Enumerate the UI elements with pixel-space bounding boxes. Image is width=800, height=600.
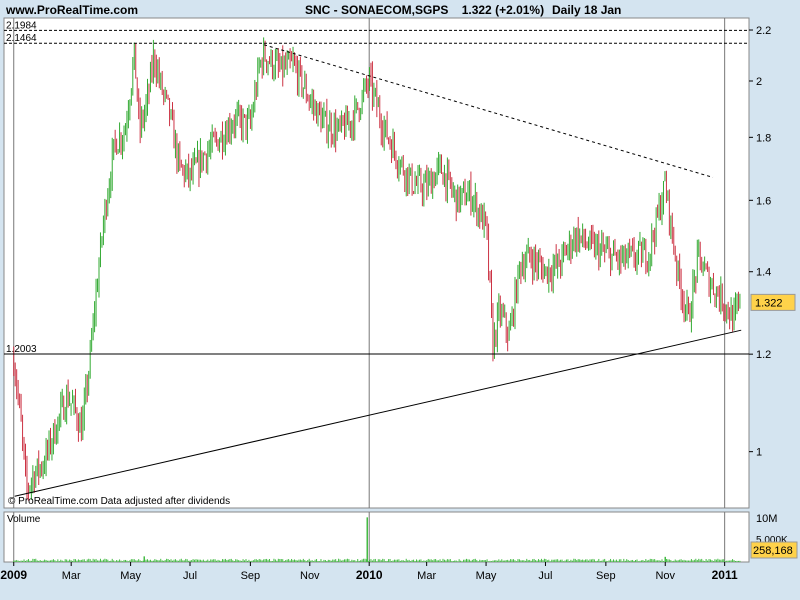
y-tick-label: 1.6	[756, 195, 771, 207]
x-tick-label: 2009	[0, 568, 27, 582]
y-tick-label: 2.2	[756, 25, 771, 37]
y-tick-label: 1.2	[756, 349, 771, 361]
level-label: 2.1464	[6, 33, 37, 44]
y-tick-label: 2	[756, 76, 762, 88]
volume-panel	[3, 511, 750, 563]
x-tick-label: Jul	[183, 570, 197, 582]
x-tick-label: Mar	[417, 570, 436, 582]
price-chart[interactable]: 2009 Mar May Jul Sep Nov 2010 Mar May Jul Sep Nov 20…	[0, 0, 800, 600]
level-label: 1.2003	[6, 344, 37, 355]
x-tick-label: Mar	[62, 570, 81, 582]
level-label: 2.1984	[6, 20, 37, 31]
y-tick-label: 1	[756, 447, 762, 459]
last-volume-label: 258,168	[753, 545, 793, 557]
x-tick-label: Nov	[655, 570, 675, 582]
watermark-text: © ProRealTime.com Data adjusted after di…	[8, 496, 230, 507]
volume-y-tick: 10M	[756, 513, 777, 525]
x-tick-label: Jul	[538, 570, 552, 582]
volume-label: Volume	[7, 514, 41, 525]
x-tick-label: 2011	[712, 568, 738, 582]
y-tick-label: 1.4	[756, 267, 771, 279]
x-tick-label: Sep	[241, 570, 261, 582]
x-tick-label: May	[120, 570, 141, 582]
last-price-label: 1.322	[755, 297, 783, 309]
y-tick-label: 1.8	[756, 132, 771, 144]
x-tick-label: Nov	[300, 570, 320, 582]
x-tick-label: 2010	[356, 568, 383, 582]
x-tick-label: May	[476, 570, 497, 582]
x-tick-label: Sep	[596, 570, 616, 582]
